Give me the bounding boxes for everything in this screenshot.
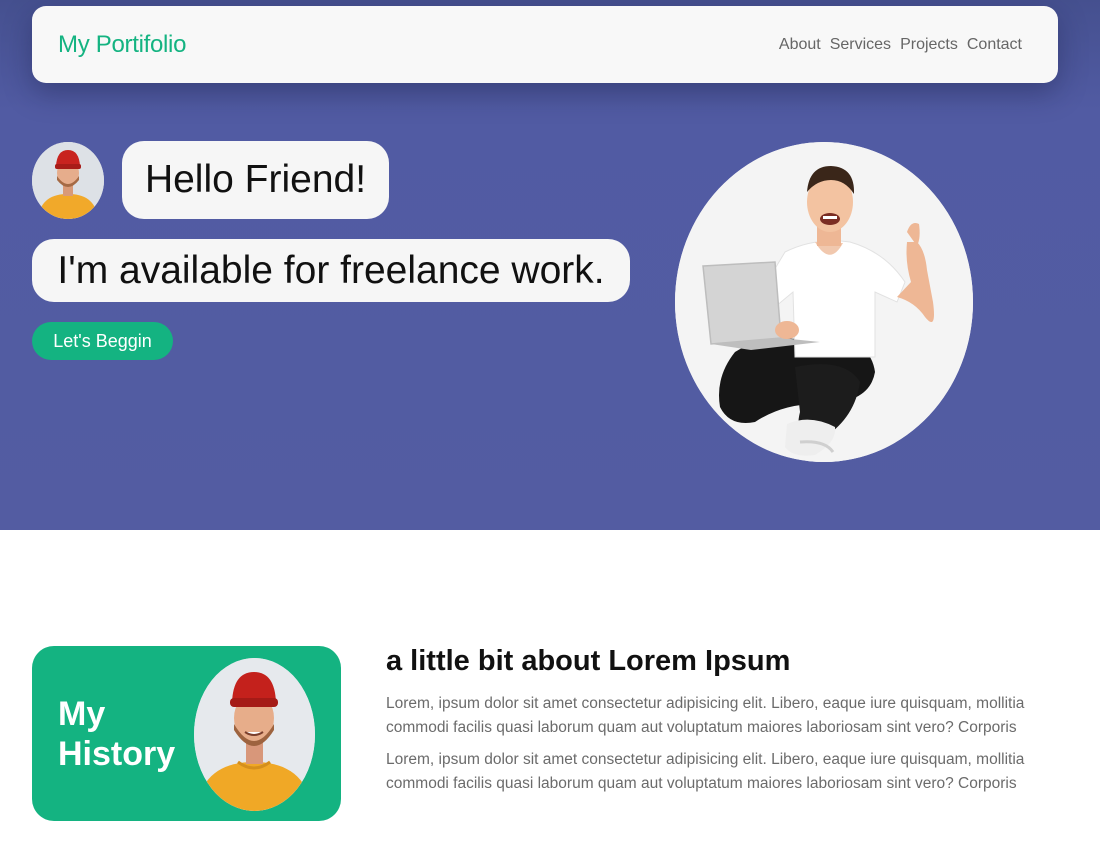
history-title-line2: History xyxy=(58,735,176,773)
about-heading: a little bit about Lorem Ipsum xyxy=(386,645,791,677)
history-photo xyxy=(194,658,315,811)
history-title-line1: My xyxy=(58,695,106,733)
nav-link-contact[interactable]: Contact xyxy=(967,36,1022,54)
nav-links: About Services Projects Contact xyxy=(779,36,1022,54)
history-title: My History xyxy=(58,694,208,774)
avatar-portrait-icon xyxy=(32,142,104,219)
portrait-icon xyxy=(194,658,315,811)
brand-logo[interactable]: My Portifolio xyxy=(58,31,186,59)
tagline-text: I'm available for freelance work. xyxy=(57,248,605,292)
hero-photo xyxy=(675,142,973,462)
tagline-bubble: I'm available for freelance work. xyxy=(32,239,630,302)
nav-link-projects[interactable]: Projects xyxy=(900,36,958,54)
about-paragraph-2: Lorem, ipsum dolor sit amet consectetur … xyxy=(386,751,1025,792)
hero-section: My Portifolio About Services Projects Co… xyxy=(0,0,1100,530)
nav-link-about[interactable]: About xyxy=(779,36,821,54)
man-laptop-thumbs-up-icon xyxy=(675,142,973,462)
avatar xyxy=(32,142,104,219)
greeting-bubble: Hello Friend! xyxy=(122,141,389,219)
history-card: My History xyxy=(32,646,341,821)
navbar: My Portifolio About Services Projects Co… xyxy=(32,6,1058,83)
about-paragraph-1: Lorem, ipsum dolor sit amet consectetur … xyxy=(386,695,1025,736)
nav-link-services[interactable]: Services xyxy=(830,36,891,54)
greeting-text: Hello Friend! xyxy=(144,158,367,201)
cta-button[interactable]: Let's Beggin xyxy=(32,322,173,360)
